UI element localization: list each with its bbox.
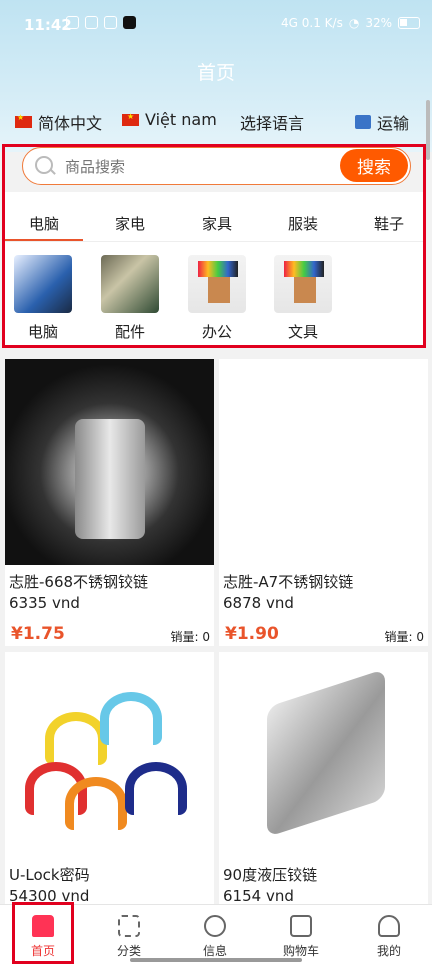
cart-icon [290,915,312,937]
status-bar: 11:42 4G 0.1 K/s ◔ 32% [0,0,432,50]
product-vnd-price: 6335 vnd [9,594,80,612]
product-name: 志胜-A7不锈钢铰链 [223,573,354,591]
battery-level: 32% [365,16,392,30]
lang-label: Việt nam [145,110,217,129]
tab-category[interactable]: 分类 [86,905,172,965]
notification-icon [104,16,117,29]
product-name: 90度液压铰链 [223,866,318,884]
grid-icon [118,915,140,937]
lang-chinese[interactable]: 简体中文 [15,110,102,134]
shipping-icon [355,115,371,129]
shipping-label: 运输 [377,114,410,133]
tab-cart[interactable]: 购物车 [258,905,344,965]
highlight-box [2,144,426,348]
vietnam-flag-icon [122,112,139,126]
china-flag-icon [15,113,32,128]
gesture-handle [130,958,302,962]
lang-vietnamese[interactable]: Việt nam [122,110,217,129]
product-name: U-Lock密码 [9,866,90,884]
status-time: 11:42 [24,16,72,34]
tab-label: 分类 [116,944,141,958]
product-card[interactable]: 90度液压铰链 6154 vnd [219,652,428,905]
notification-icon [66,16,79,29]
battery-icon [398,17,420,29]
product-price: ¥1.90 [225,624,279,644]
shipping-button[interactable]: 运输 [355,110,409,134]
product-card[interactable]: 志胜-668不锈钢铰链 6335 vnd ¥1.75 销量: 0 [5,359,214,646]
lang-label: 简体中文 [38,114,103,133]
page-title: 首页 [196,62,235,84]
user-icon [378,915,400,937]
product-image [5,359,214,565]
notification-icons [66,16,136,29]
product-image [219,652,428,858]
tab-profile[interactable]: 我的 [346,905,432,965]
tiktok-icon [123,16,136,29]
language-bar: 简体中文 Việt nam 选择语言 运输 [0,104,432,136]
select-language-button[interactable]: 选择语言 [240,110,304,134]
tab-label: 购物车 [282,944,319,958]
tab-messages[interactable]: 信息 [172,905,258,965]
product-price: ¥1.75 [11,624,65,644]
home-highlight-box [12,902,74,964]
notification-icon [85,16,98,29]
product-vnd-price: 6154 vnd [223,887,294,905]
chat-icon [204,915,226,937]
product-sales: 销量: 0 [170,630,211,644]
product-vnd-price: 6878 vnd [223,594,294,612]
product-card[interactable]: 志胜-A7不锈钢铰链 6878 vnd ¥1.90 销量: 0 [219,359,428,646]
tab-label: 我的 [376,944,401,958]
network-speed: 4G 0.1 K/s [281,16,343,30]
product-sales: 销量: 0 [384,630,425,644]
product-card[interactable]: U-Lock密码 54300 vnd [5,652,214,905]
product-image [5,652,214,858]
wifi-icon: ◔ [348,16,360,30]
status-right: 4G 0.1 K/s ◔ 32% [281,16,420,30]
tab-label: 信息 [202,944,227,958]
product-name: 志胜-668不锈钢铰链 [9,573,149,591]
product-image [219,359,428,565]
